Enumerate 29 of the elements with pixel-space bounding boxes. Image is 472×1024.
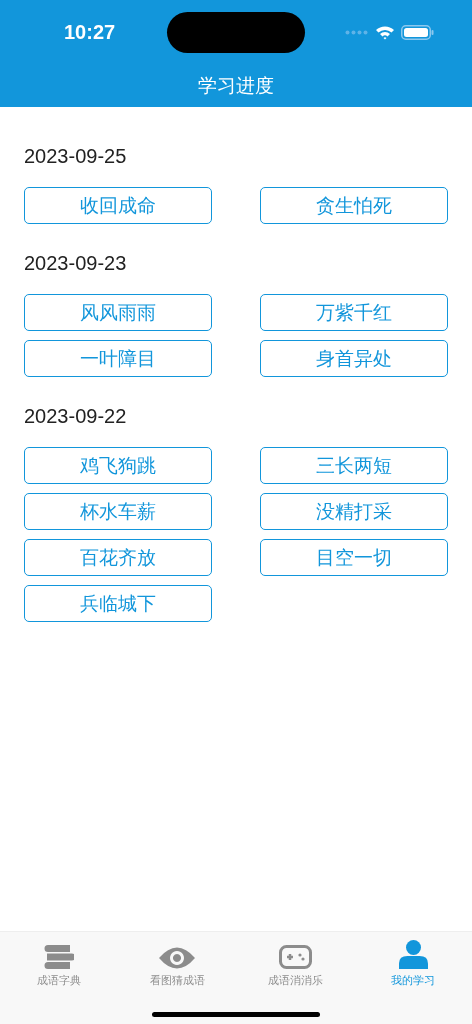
battery-icon (401, 24, 434, 40)
signal-icon (345, 29, 369, 35)
date-heading: 2023-09-23 (24, 251, 128, 276)
status-time: 10:27 (64, 20, 117, 44)
idiom-button[interactable]: 杯水车薪 (24, 493, 212, 530)
tab-item[interactable]: 成语消消乐 (236, 940, 354, 988)
idiom-button[interactable]: 目空一切 (260, 539, 448, 576)
idiom-button[interactable]: 没精打采 (260, 493, 448, 530)
idiom-button[interactable]: 万紫千红 (260, 294, 448, 331)
nav-title: 学习进度 (197, 73, 275, 98)
gamepad-icon (278, 945, 312, 969)
idiom-button[interactable]: 兵临城下 (24, 585, 212, 622)
tab-item[interactable]: 我的学习 (354, 940, 472, 988)
idiom-button[interactable]: 百花齐放 (24, 539, 212, 576)
wifi-icon (375, 24, 395, 40)
idiom-button[interactable]: 风风雨雨 (24, 294, 212, 331)
tab-item[interactable]: 看图猜成语 (118, 940, 236, 988)
person-icon (397, 940, 429, 969)
idiom-button[interactable]: 三长两短 (260, 447, 448, 484)
books-icon (44, 945, 74, 969)
idiom-button[interactable]: 贪生怕死 (260, 187, 448, 224)
date-heading: 2023-09-22 (24, 404, 128, 429)
idiom-button[interactable]: 收回成命 (24, 187, 212, 224)
idiom-button[interactable]: 一叶障目 (24, 340, 212, 377)
date-heading: 2023-09-25 (24, 144, 128, 169)
eye-icon (159, 947, 195, 969)
idiom-button[interactable]: 鸡飞狗跳 (24, 447, 212, 484)
idiom-button[interactable]: 身首异处 (260, 340, 448, 377)
tab-item[interactable]: 成语字典 (0, 940, 118, 988)
